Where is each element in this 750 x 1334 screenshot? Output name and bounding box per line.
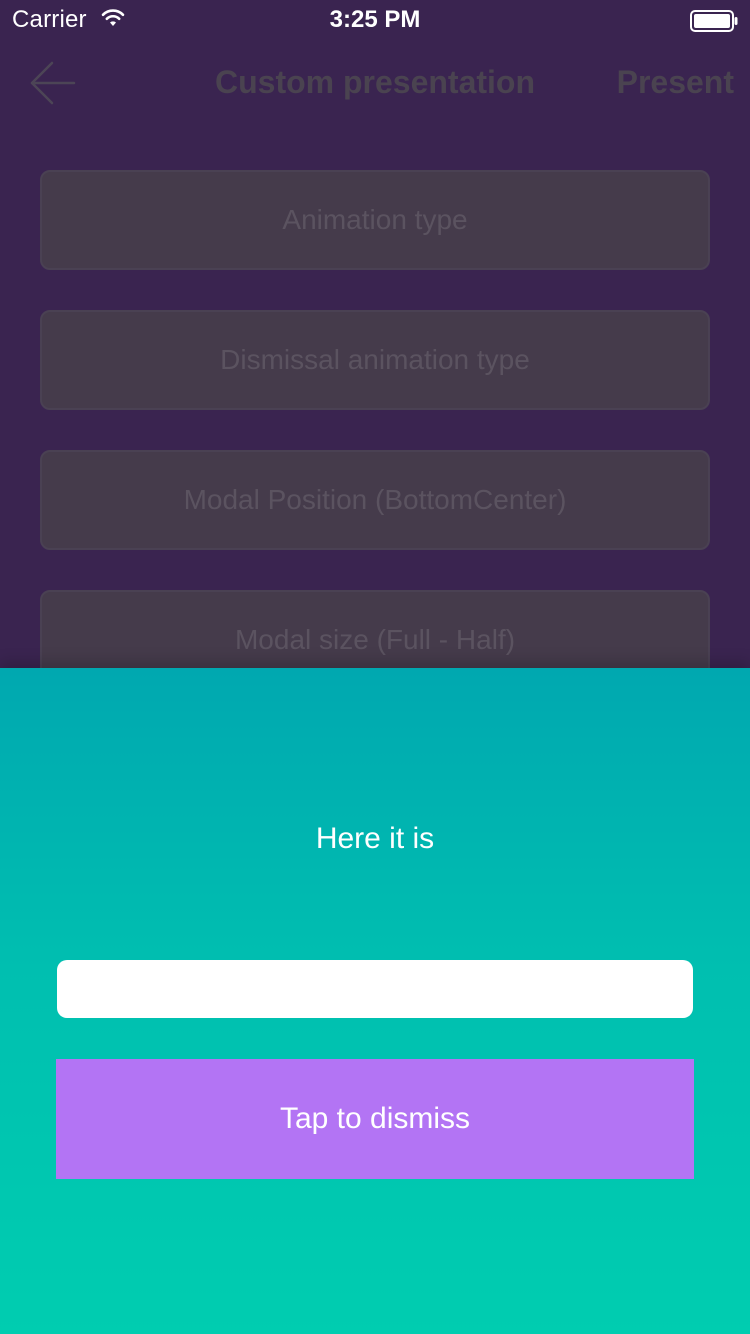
battery-icon xyxy=(690,10,738,32)
present-button[interactable]: Present xyxy=(617,64,734,101)
status-bar: Carrier 3:25 PM xyxy=(0,0,750,40)
navigation-bar: Custom presentation Present xyxy=(0,40,750,128)
animation-type-button[interactable]: Animation type xyxy=(40,170,710,270)
modal-label: Here it is xyxy=(315,822,435,855)
modal-position-button[interactable]: Modal Position (BottomCenter) xyxy=(40,450,710,550)
modal-text-field[interactable] xyxy=(57,960,693,1018)
modal-sheet: Here it is Tap to dismiss xyxy=(0,668,750,1334)
page-title: Custom presentation xyxy=(214,64,536,100)
dismiss-button[interactable]: Tap to dismiss xyxy=(56,1059,694,1179)
screen: Carrier 3:25 PM Custom presentation Pres… xyxy=(0,0,750,1334)
status-time: 3:25 PM xyxy=(329,6,421,33)
arrow-left-icon[interactable] xyxy=(28,60,78,106)
dismissal-animation-type-button[interactable]: Dismissal animation type xyxy=(40,310,710,410)
